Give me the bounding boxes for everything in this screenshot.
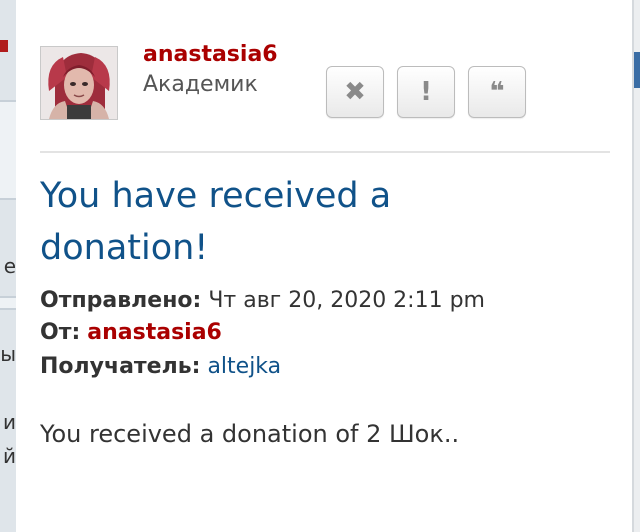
- header-divider: [40, 151, 610, 153]
- report-button[interactable]: !: [397, 66, 455, 118]
- close-icon: ✖: [344, 77, 366, 107]
- recipient-label: Получатель:: [40, 354, 201, 379]
- sent-date-row: Отправлено: Чт авг 20, 2020 2:11 pm: [40, 286, 485, 316]
- sidebar-block: [0, 102, 16, 198]
- author-rank: Академик: [143, 72, 258, 97]
- sidebar-clipped-text: е: [3, 254, 16, 278]
- sidebar-clipped-text: и: [3, 410, 16, 434]
- recipient-user-link[interactable]: altejka: [207, 354, 281, 379]
- message-title: You have received a donation!: [40, 176, 392, 268]
- quote-button[interactable]: ❝: [468, 66, 526, 118]
- recipient-row: Получатель: altejka: [40, 352, 281, 382]
- sidebar-block: [0, 298, 16, 308]
- message-body: You received a donation of 2 Шок..: [40, 420, 460, 448]
- sidebar-clipped-text: ы: [0, 342, 16, 366]
- from-user-link[interactable]: anastasia6: [87, 320, 222, 345]
- quote-icon: ❝: [489, 77, 505, 107]
- avatar[interactable]: [40, 46, 118, 120]
- sidebar-divider: [0, 198, 16, 200]
- sidebar-accent: [0, 40, 8, 52]
- exclamation-icon: !: [420, 77, 432, 107]
- right-column-edge: [632, 0, 640, 532]
- author-username[interactable]: anastasia6: [143, 42, 278, 68]
- sidebar-clipped-text: й: [3, 444, 16, 468]
- from-label: От:: [40, 320, 81, 345]
- sent-label: Отправлено:: [40, 288, 202, 313]
- right-accent: [634, 52, 640, 88]
- avatar-image: [41, 47, 117, 119]
- from-row: От: anastasia6: [40, 318, 222, 348]
- sent-value: Чт авг 20, 2020 2:11 pm: [208, 288, 485, 313]
- sidebar-divider: [0, 308, 16, 310]
- delete-button[interactable]: ✖: [326, 66, 384, 118]
